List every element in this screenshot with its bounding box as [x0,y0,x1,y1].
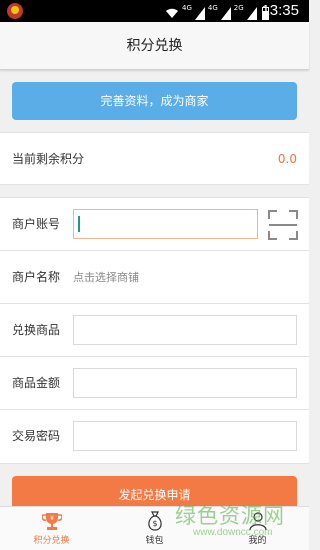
watermark-url: www.downcc.com [193,527,273,538]
title-bar: 积分兑换 [0,22,309,70]
points-label: 当前剩余积分 [12,152,85,166]
signal-icon [220,7,231,20]
app-notification-icon [7,3,23,19]
page-title: 积分兑换 [126,38,183,54]
signal-icon [246,7,257,20]
text-cursor [78,216,80,232]
network-type-2: 4G [207,4,218,12]
signal-icon [194,7,205,20]
status-bar: 4G 4G 2G 13:35 [0,0,309,22]
goods-amount-label: 商品金额 [12,376,61,390]
status-icons: 4G 4G 2G [165,2,269,20]
svg-text:¥: ¥ [50,515,54,522]
watermark-text: 绿色资源网 [175,504,285,528]
goods-amount-input[interactable] [73,368,297,398]
points-value: 0.0 [277,152,297,166]
points-balance-row: 当前剩余积分 0.0 [0,132,309,185]
trade-password-label: 交易密码 [12,429,61,443]
merchant-account-input[interactable] [73,209,258,239]
merchant-name-selector[interactable]: 点击选择商铺 [73,251,139,304]
exchange-goods-input[interactable] [73,315,297,345]
wifi-icon [166,8,178,18]
tab-points-exchange[interactable]: ¥ 积分兑换 [0,507,103,550]
tab-wallet-label: 钱包 [145,536,164,546]
network-type-1: 4G [182,4,192,12]
tab-points-exchange-label: 积分兑换 [33,536,70,546]
trade-password-input[interactable] [73,421,297,451]
svg-text:$: $ [152,519,157,528]
trophy-icon: ¥ [41,513,62,530]
merchant-account-label: 商户账号 [12,217,61,231]
goods-amount-row: 商品金额 [0,357,309,410]
merchant-account-row: 商户账号 [0,198,309,251]
merchant-name-label: 商户名称 [12,270,61,284]
exchange-form: 商户账号 商户名称 点击选择商铺 兑换商品 商品金额 交易密码 [0,197,309,464]
money-bag-icon: $ [147,511,162,531]
clock: 13:35 [261,2,299,19]
exchange-goods-row: 兑换商品 [0,304,309,357]
exchange-goods-label: 兑换商品 [12,323,61,337]
trade-password-row: 交易密码 [0,410,309,463]
network-type-3: 2G [233,4,244,12]
merchant-name-row[interactable]: 商户名称 点击选择商铺 [0,251,309,304]
complete-profile-button[interactable]: 完善资料，成为商家 [12,82,297,120]
scan-icon[interactable] [268,210,298,240]
